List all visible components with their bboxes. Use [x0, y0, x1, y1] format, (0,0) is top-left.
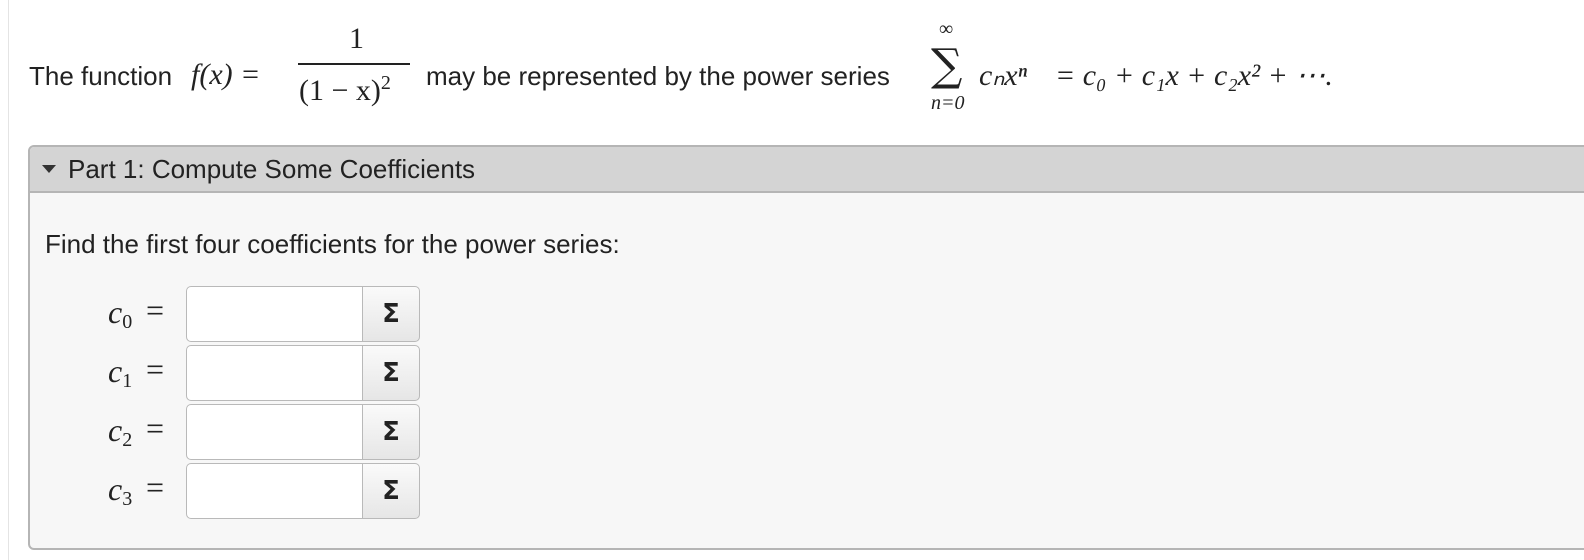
equals-sign: = [146, 292, 165, 328]
c0-equation-editor-button[interactable]: Σ [362, 286, 420, 342]
fraction-denominator: (1 − x)2 [299, 72, 391, 108]
c3-equation-editor-button[interactable]: Σ [362, 463, 420, 519]
c0-input[interactable] [186, 286, 363, 342]
coefficient-subscript: 1 [122, 370, 133, 392]
coefficient-label: c2 [108, 412, 132, 452]
c2-input[interactable] [186, 404, 363, 460]
coefficient-var: c [108, 353, 123, 389]
coefficient-var: c [108, 412, 123, 448]
coefficient-label: c3 [108, 471, 132, 511]
coefficient-subscript: 3 [122, 488, 133, 510]
equals-sign: = [146, 351, 165, 387]
coefficient-row-c2: c2 = Σ [108, 404, 468, 460]
fraction-denominator-base: (1 − x) [299, 74, 381, 107]
function-lhs: f(x) = [191, 58, 261, 91]
equals-sign: = [146, 469, 165, 505]
coefficient-subscript: 2 [122, 429, 133, 451]
sum-lower-limit: n=0 [931, 92, 965, 114]
coefficient-row-c1: c1 = Σ [108, 345, 468, 401]
c1-input[interactable] [186, 345, 363, 401]
series-term: cₙxⁿ [979, 59, 1028, 92]
coefficient-var: c [108, 471, 123, 507]
coefficient-row-c0: c0 = Σ [108, 286, 468, 342]
part-1-panel: Part 1: Compute Some Coefficients Find t… [28, 145, 1584, 550]
intro-text-before: The function [29, 61, 173, 91]
left-border-line [8, 0, 9, 560]
fraction-numerator: 1 [349, 22, 364, 55]
part-1-title: Part 1: Compute Some Coefficients [68, 153, 476, 184]
intro-text-middle: may be represented by the power series [426, 61, 890, 91]
coefficient-subscript: 0 [122, 311, 133, 333]
coefficient-var: c [108, 294, 123, 330]
collapse-caret-icon[interactable] [42, 165, 56, 173]
equals-sign: = [146, 410, 165, 446]
fraction-bar [298, 63, 410, 65]
problem-statement: The function f(x) = 1 (1 − x)2 may be re… [29, 18, 1529, 122]
fraction-denominator-exponent: 2 [380, 72, 391, 94]
c2-equation-editor-button[interactable]: Σ [362, 404, 420, 460]
sum-symbol: ∑ [931, 40, 963, 91]
coefficient-label: c0 [108, 294, 132, 334]
sum-upper-limit: ∞ [939, 18, 954, 40]
instruction-text: Find the first four coefficients for the… [45, 229, 620, 259]
part-1-header[interactable]: Part 1: Compute Some Coefficients [30, 147, 1584, 193]
coefficient-row-c3: c3 = Σ [108, 463, 468, 519]
c3-input[interactable] [186, 463, 363, 519]
c1-equation-editor-button[interactable]: Σ [362, 345, 420, 401]
series-expansion: = c₀ + c₁x + c₂x² + ⋯. [1055, 59, 1333, 92]
coefficient-label: c1 [108, 353, 132, 393]
